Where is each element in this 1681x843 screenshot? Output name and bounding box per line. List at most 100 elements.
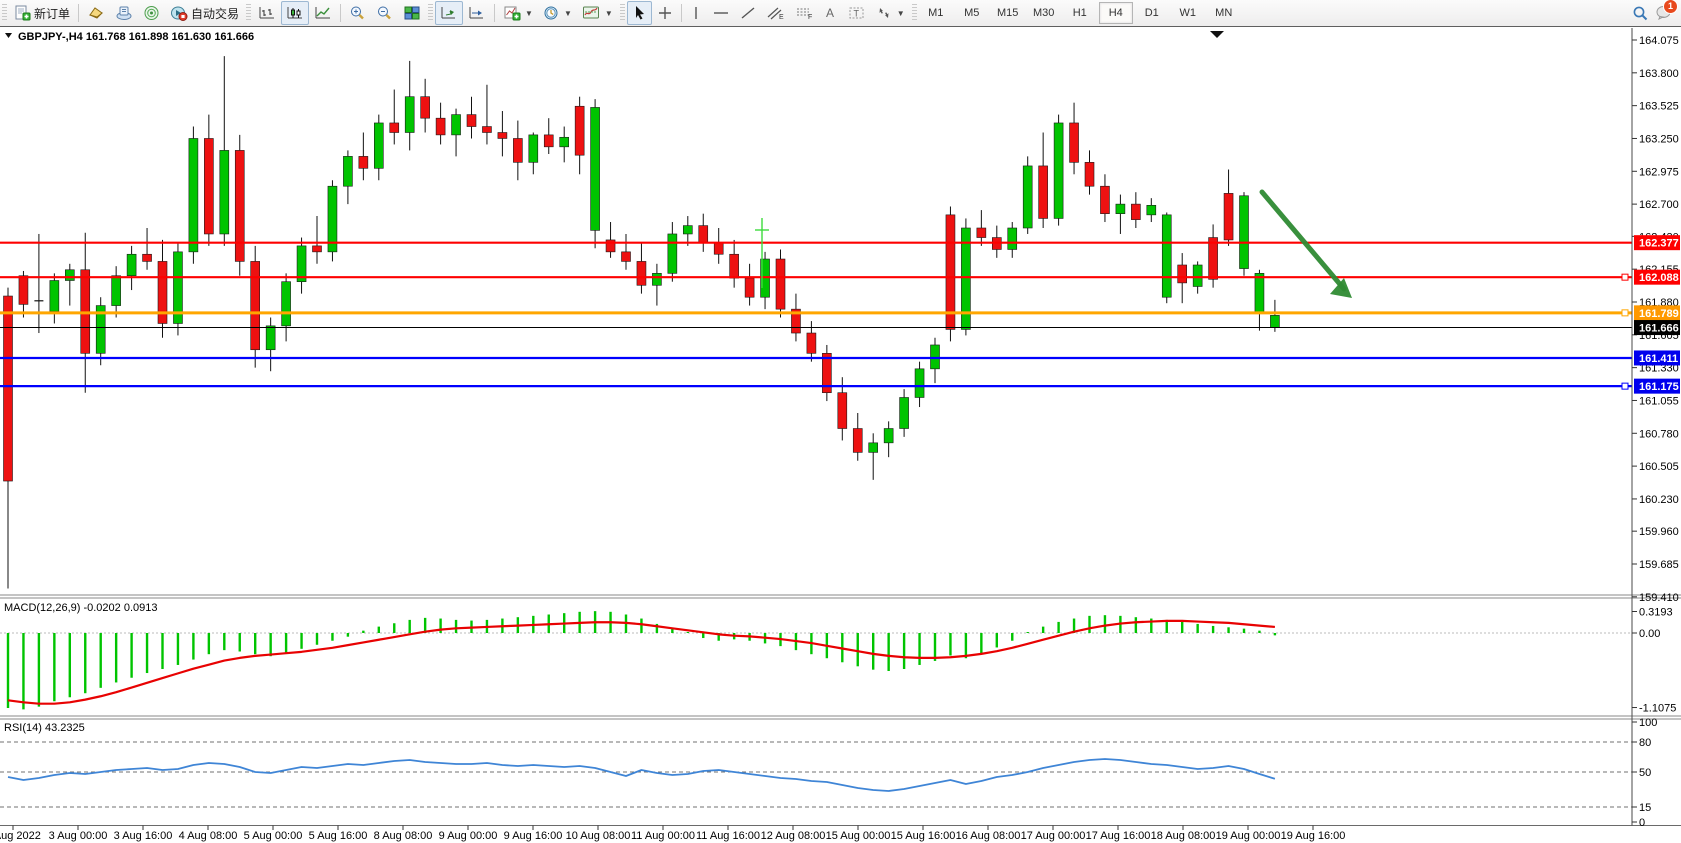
candle (1162, 215, 1171, 297)
timeframe-h4-button[interactable]: H4 (1099, 2, 1133, 24)
candle (745, 278, 754, 297)
timeframe-h1-button[interactable]: H1 (1063, 2, 1097, 24)
timeframe-d1-button[interactable]: D1 (1135, 2, 1169, 24)
candle (112, 276, 121, 306)
price-tick-label: 160.505 (1639, 461, 1679, 473)
time-label: 5 Aug 00:00 (244, 830, 303, 842)
candle (575, 106, 584, 155)
signals-button[interactable] (138, 1, 165, 25)
cursor-button[interactable] (627, 1, 652, 25)
candle (1270, 315, 1279, 327)
tile-windows-button[interactable] (398, 1, 426, 25)
arrows-button[interactable]: ▼ (871, 1, 910, 25)
new-order-button[interactable]: 新订单 (9, 1, 75, 25)
zoom-out-button[interactable] (371, 1, 398, 25)
indicators-button[interactable]: ▼ (498, 1, 538, 25)
notifications-button[interactable]: 1 (1655, 4, 1673, 23)
chart-shift-button[interactable] (463, 1, 491, 25)
timeframe-m5-button[interactable]: M5 (955, 2, 989, 24)
timeframe-m30-button[interactable]: M30 (1027, 2, 1061, 24)
fibonacci-button[interactable]: F (790, 1, 819, 25)
hline-handle[interactable] (1622, 274, 1628, 280)
time-label: 3 Aug 16:00 (114, 830, 173, 842)
candle (1240, 196, 1249, 269)
trend-arrow-shaft[interactable] (1262, 192, 1344, 289)
trendline-button[interactable] (735, 1, 761, 25)
candle (1147, 205, 1156, 215)
time-label: 5 Aug 16:00 (309, 830, 368, 842)
trendline-icon (740, 5, 756, 21)
hline-handle[interactable] (1622, 383, 1628, 389)
line-chart-button[interactable] (309, 1, 337, 25)
candle (591, 107, 600, 230)
time-label: 11 Aug 00:00 (631, 830, 695, 842)
timeframe-w1-button[interactable]: W1 (1171, 2, 1205, 24)
candlestick-chart-button[interactable] (281, 1, 309, 25)
candlestick-chart-icon (286, 5, 304, 21)
zoom-in-button[interactable] (344, 1, 371, 25)
periods-button[interactable]: ▼ (538, 1, 577, 25)
time-label: 8 Aug 08:00 (374, 830, 433, 842)
search-icon[interactable] (1632, 5, 1649, 22)
price-tick-label: 159.685 (1639, 559, 1679, 571)
hline-handle[interactable] (1622, 310, 1628, 316)
candle (560, 137, 569, 147)
candle (1023, 166, 1032, 228)
vertical-line-button[interactable] (685, 1, 707, 25)
candle (853, 429, 862, 453)
price-tick-label: 162.975 (1639, 166, 1679, 178)
candle (838, 393, 847, 429)
price-tick-label: 163.250 (1639, 133, 1679, 145)
candle (1116, 204, 1125, 214)
price-tick-label: 160.780 (1639, 428, 1679, 440)
equidistant-channel-button[interactable]: E (761, 1, 790, 25)
chart-title: GBPJPY-,H4 161.768 161.898 161.630 161.6… (18, 31, 254, 43)
chevron-down-icon: ▼ (564, 9, 572, 18)
market-watch-icon (87, 5, 105, 21)
autotrading-icon (170, 5, 188, 21)
time-label: 16 Aug 08:00 (956, 830, 1021, 842)
candle (421, 97, 430, 118)
templates-button[interactable]: ▼ (577, 1, 618, 25)
chevron-down-icon: ▼ (605, 9, 613, 18)
timeframe-mn-button[interactable]: MN (1207, 2, 1241, 24)
crosshair-button[interactable] (652, 1, 678, 25)
text-button[interactable]: A (819, 1, 843, 25)
chart-area[interactable]: 164.075163.800163.525163.250162.975162.7… (0, 27, 1681, 843)
horizontal-line-button[interactable] (707, 1, 735, 25)
time-label: 15 Aug 00:00 (826, 830, 891, 842)
data-window-button[interactable] (110, 1, 138, 25)
price-tag-label: 162.377 (1639, 238, 1679, 250)
trend-arrow-head (1330, 278, 1352, 298)
candle (637, 261, 646, 285)
svg-text:F: F (808, 14, 812, 21)
top-down-triangle-marker (1210, 31, 1224, 38)
candle (251, 261, 260, 349)
zoom-out-icon (376, 5, 393, 21)
candle (977, 228, 986, 238)
candle (467, 115, 476, 127)
time-label: 9 Aug 16:00 (504, 830, 563, 842)
time-label: 3 Aug 00:00 (49, 830, 108, 842)
bar-chart-button[interactable] (253, 1, 281, 25)
price-tag-label: 161.175 (1639, 381, 1679, 393)
auto-scroll-button[interactable] (435, 1, 463, 25)
time-label: 19 Aug 16:00 (1281, 830, 1346, 842)
toolbar-separator (681, 4, 682, 22)
text-label-button[interactable]: T (843, 1, 871, 25)
rsi-scale-label: 100 (1639, 717, 1657, 729)
candle (189, 138, 198, 251)
rsi-scale-label: 80 (1639, 737, 1651, 749)
candle (529, 135, 538, 162)
autotrading-button[interactable]: 自动交易 (165, 1, 244, 25)
candle (19, 276, 28, 305)
timeframe-m1-button[interactable]: M1 (919, 2, 953, 24)
timeframe-m15-button[interactable]: M15 (991, 2, 1025, 24)
market-watch-button[interactable] (82, 1, 110, 25)
candle (652, 273, 661, 285)
rsi-scale-label: 50 (1639, 767, 1651, 779)
candle (1070, 123, 1079, 162)
indicators-icon (503, 5, 521, 21)
time-label: 15 Aug 16:00 (891, 830, 956, 842)
cursor-icon (632, 5, 647, 21)
